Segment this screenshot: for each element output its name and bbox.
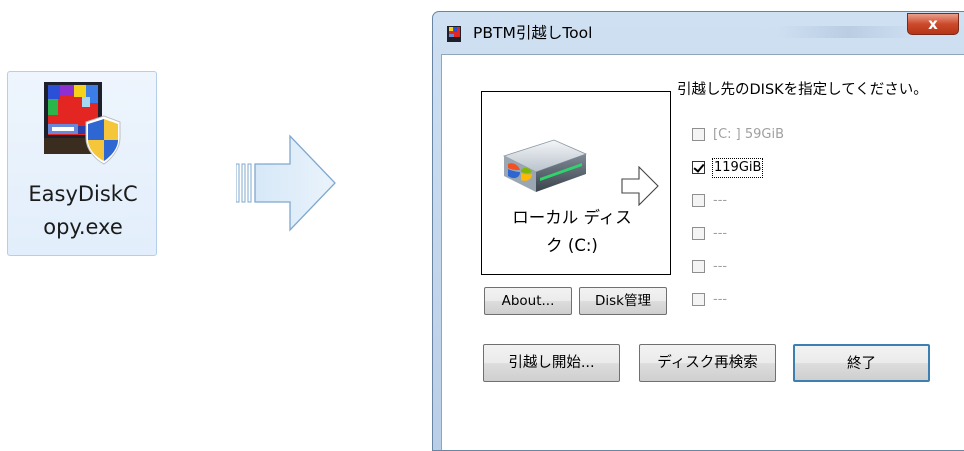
disk-option-label: [C: ] 59GiB <box>713 127 785 142</box>
window-title: PBTM引越しTool <box>473 24 593 42</box>
right-arrow-icon <box>236 134 336 232</box>
easydiskcopy-shield-icon <box>44 82 121 165</box>
disk-option-label: --- <box>713 259 728 274</box>
small-right-arrow-icon <box>621 166 659 206</box>
instruction-label: 引越し先のDISKを指定してください。 <box>677 82 928 98</box>
start-migration-button[interactable]: 引越し開始... <box>483 344 620 382</box>
disk-option-label: --- <box>713 292 728 307</box>
desktop-file-easydiskcopy[interactable]: EasyDiskC opy.exe <box>7 71 157 256</box>
disk-manage-button[interactable]: Disk管理 <box>579 287 667 315</box>
source-drive-label: ローカル ディス ク (C:) <box>512 208 632 255</box>
disk-option-label[interactable]: 119GiB <box>711 158 764 178</box>
app-icon <box>447 26 461 42</box>
disk-checkbox <box>692 293 705 306</box>
title-bar[interactable]: PBTM引越しTool x <box>433 12 964 54</box>
disk-checkbox <box>692 194 705 207</box>
disk-option-label: --- <box>713 193 728 208</box>
pbtm-dialog-window: PBTM引越しTool x ローカル ディス ク (C:) About... D… <box>432 11 964 451</box>
disk-option-label: --- <box>713 226 728 241</box>
close-button[interactable]: x <box>907 13 959 35</box>
source-drive-panel: ローカル ディス ク (C:) <box>481 91 671 275</box>
dialog-client-area: ローカル ディス ク (C:) About... Disk管理 引越し先のDIS… <box>441 54 964 450</box>
disk-checkbox <box>692 227 705 240</box>
title-bar-blur <box>778 26 918 38</box>
rescan-disk-button[interactable]: ディスク再検索 <box>639 344 776 382</box>
file-name-label: EasyDiskC opy.exe <box>28 182 138 239</box>
about-button[interactable]: About... <box>484 287 572 315</box>
disk-checkbox[interactable] <box>692 161 705 174</box>
disk-checkbox <box>692 260 705 273</box>
disk-checkbox <box>692 128 705 141</box>
exit-button[interactable]: 終了 <box>793 344 930 382</box>
hard-drive-icon <box>502 139 588 192</box>
